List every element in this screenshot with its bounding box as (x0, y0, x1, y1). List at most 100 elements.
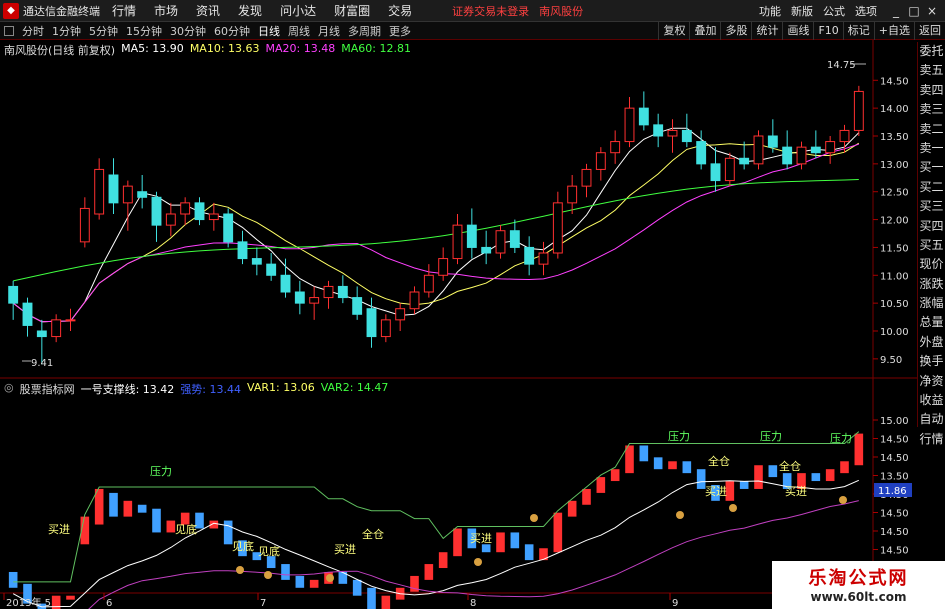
sub-bar (496, 532, 505, 553)
chart-area[interactable]: 14.50 14.00 13.50 13.00 12.50 12.00 11.50 11.00… (0, 40, 917, 609)
candle-body (94, 168, 105, 215)
money-bag-icon (729, 504, 737, 512)
side-label[interactable]: 卖四 (918, 81, 945, 100)
signal-label: 见底 (258, 544, 280, 558)
side-label[interactable]: 换手 (918, 352, 945, 371)
maximize-icon[interactable]: □ (905, 4, 923, 18)
candle-body (251, 258, 262, 265)
period-daily[interactable]: 日线 (254, 23, 284, 39)
layout-toggle-icon[interactable] (4, 25, 14, 36)
sub-bar (840, 461, 849, 474)
menu-bar: ◆ 通达信金融终端 行情 市场 资讯 发现 问小达 财富圈 交易 证券交易未登录… (0, 0, 945, 22)
main-indicator-legend: 南风股份(日线 前复权) MA5: 13.90 MA10: 13.63 MA20… (4, 42, 411, 57)
signal-label: 买进 (705, 485, 727, 498)
side-label[interactable]: 买四 (918, 217, 945, 236)
side-label[interactable]: 买二 (918, 178, 945, 197)
login-notice[interactable]: 证券交易未登录 (452, 3, 529, 19)
signal-label: 见底 (232, 539, 254, 553)
side-label[interactable]: 卖一 (918, 139, 945, 158)
period-15min[interactable]: 15分钟 (122, 23, 166, 39)
side-label[interactable]: 买五 (918, 236, 945, 255)
period-multi[interactable]: 多周期 (344, 23, 385, 39)
sub-indicator-legend: ◎ 股票指标网 一号支撑线: 13.42 强势: 13.44 VAR1: 13.… (4, 381, 388, 396)
period-intraday[interactable]: 分时 (18, 23, 48, 39)
adjust-button[interactable]: 复权 (658, 22, 689, 40)
candle-body (36, 330, 47, 338)
menu-options[interactable]: 选项 (855, 3, 877, 19)
candle-body (653, 124, 664, 137)
side-label[interactable]: 外盘 (918, 333, 945, 352)
sub-bar (639, 445, 649, 462)
f10-button[interactable]: F10 (813, 22, 842, 40)
var1-value: VAR1: 13.06 (247, 381, 315, 394)
candle-body (22, 302, 33, 326)
period-1min[interactable]: 1分钟 (48, 23, 85, 39)
overlay-button[interactable]: 叠加 (689, 22, 720, 40)
back-button[interactable]: 返回 (914, 22, 945, 40)
menu-trade[interactable]: 交易 (388, 2, 412, 19)
sub-bar (567, 500, 577, 517)
signal-label: 压力 (668, 430, 690, 443)
side-label[interactable]: 买三 (918, 197, 945, 216)
side-label[interactable]: 涨幅 (918, 294, 945, 313)
side-label[interactable]: 总量 (918, 313, 945, 332)
candle-body (65, 319, 76, 322)
time-tick-label: 7 (260, 598, 266, 609)
side-label[interactable]: 行情 (918, 430, 945, 449)
ma10-value: MA10: 13.63 (189, 42, 260, 55)
sub-bar (438, 552, 448, 569)
side-label[interactable]: 委托 (918, 42, 945, 61)
side-label[interactable]: 自动 (918, 410, 945, 429)
menu-formula[interactable]: 公式 (823, 3, 845, 19)
period-weekly[interactable]: 周线 (284, 23, 314, 39)
candle-body (524, 246, 535, 265)
period-more[interactable]: 更多 (385, 23, 415, 39)
minimize-icon[interactable]: _ (887, 4, 905, 18)
draw-line-button[interactable]: 画线 (782, 22, 813, 40)
statistics-button[interactable]: 统计 (751, 22, 782, 40)
money-bag-icon (264, 571, 272, 579)
candle-body (495, 230, 506, 254)
menu-wealth-circle[interactable]: 财富圈 (334, 2, 370, 19)
period-5min[interactable]: 5分钟 (85, 23, 122, 39)
mark-button[interactable]: 标记 (842, 22, 874, 40)
menu-function[interactable]: 功能 (759, 3, 781, 19)
sub-bar (94, 488, 104, 525)
period-monthly[interactable]: 月线 (314, 23, 344, 39)
sub-bar (682, 461, 692, 474)
menu-market-quote[interactable]: 行情 (112, 2, 136, 19)
candle-body (294, 291, 305, 304)
candle-body (423, 274, 434, 293)
axis-tick-label: 11.50 (880, 243, 909, 254)
add-watchlist-button[interactable]: +自选 (873, 22, 914, 40)
axis-tick-label: 12.00 (880, 216, 909, 227)
side-label[interactable]: 收益 (918, 391, 945, 410)
money-bag-icon (474, 558, 482, 566)
menu-news[interactable]: 资讯 (196, 2, 220, 19)
period-60min[interactable]: 60分钟 (210, 23, 254, 39)
side-label[interactable]: 卖二 (918, 120, 945, 139)
side-label[interactable]: 卖三 (918, 100, 945, 119)
sub-bar (424, 564, 434, 580)
candle-body (208, 213, 219, 221)
candle-body (366, 308, 377, 338)
side-label[interactable]: 卖五 (918, 61, 945, 80)
menu-ask-xiaoda[interactable]: 问小达 (280, 2, 316, 19)
candle-body (151, 196, 162, 226)
multi-stock-button[interactable]: 多股 (720, 22, 751, 40)
current-value-label: 11.86 (878, 486, 907, 497)
candle-body (567, 185, 578, 204)
time-tick-label: 8 (470, 598, 476, 609)
candle-body (79, 207, 90, 243)
axis-tick-label: 9.50 (880, 355, 902, 366)
side-label[interactable]: 现价 (918, 255, 945, 274)
menu-new-version[interactable]: 新版 (791, 3, 813, 19)
menu-market[interactable]: 市场 (154, 2, 178, 19)
side-label[interactable]: 净资 (918, 372, 945, 391)
candle-body (337, 285, 348, 299)
side-label[interactable]: 涨跌 (918, 275, 945, 294)
side-label[interactable]: 买一 (918, 158, 945, 177)
close-icon[interactable]: × (923, 4, 941, 18)
period-30min[interactable]: 30分钟 (166, 23, 210, 39)
menu-discover[interactable]: 发现 (238, 2, 262, 19)
